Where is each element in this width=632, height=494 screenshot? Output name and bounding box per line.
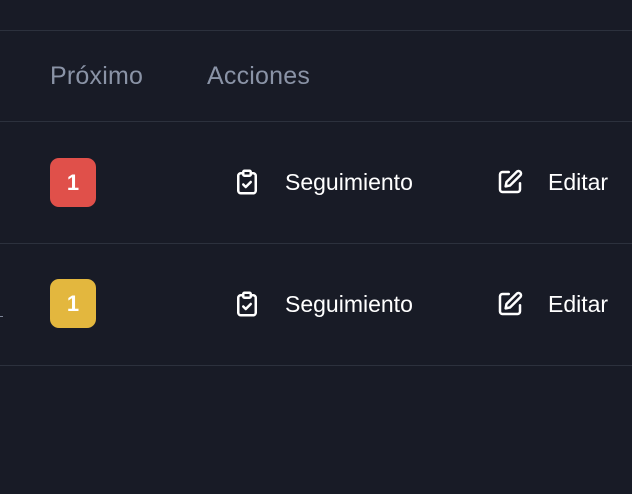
truncated-cell-edge xyxy=(0,316,3,317)
table-top-divider xyxy=(0,30,632,31)
clipboard-check-icon xyxy=(232,167,262,197)
edit-label: Editar xyxy=(548,290,609,317)
next-count-badge: 1 xyxy=(50,279,96,328)
edit-pencil-icon xyxy=(495,289,525,319)
data-table: Próximo Acciones 1 Seguimiento Editar 1 … xyxy=(0,0,632,494)
column-header-actions: Acciones xyxy=(207,62,311,90)
follow-up-label: Seguimiento xyxy=(285,290,413,317)
next-count-badge: 1 xyxy=(50,158,96,207)
follow-up-label: Seguimiento xyxy=(285,168,413,195)
clipboard-check-icon xyxy=(232,289,262,319)
edit-button[interactable]: Editar xyxy=(495,167,608,197)
edit-button[interactable]: Editar xyxy=(495,289,608,319)
column-header-next: Próximo xyxy=(50,62,144,90)
edit-label: Editar xyxy=(548,168,609,195)
edit-pencil-icon xyxy=(495,167,525,197)
table-bottom-divider xyxy=(0,365,632,366)
follow-up-button[interactable]: Seguimiento xyxy=(232,289,413,319)
table-row: 1 Seguimiento Editar xyxy=(0,244,632,365)
follow-up-button[interactable]: Seguimiento xyxy=(232,167,413,197)
table-row: 1 Seguimiento Editar xyxy=(0,122,632,243)
